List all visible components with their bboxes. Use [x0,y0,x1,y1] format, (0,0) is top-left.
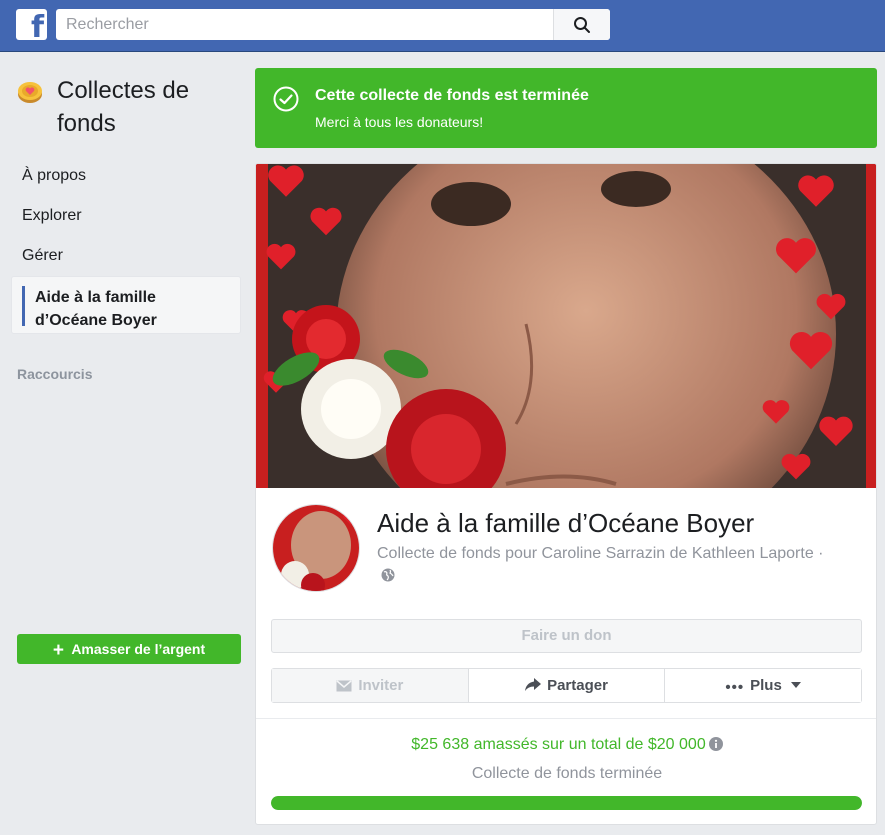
banner-subtitle: Merci à tous les donateurs! [315,114,484,130]
banner-title: Cette collecte de fonds est terminée [315,87,589,104]
envelope-icon [336,680,352,692]
progress-fill [271,796,862,810]
fundraiser-status: Collecte de fonds terminée [471,765,663,782]
ellipsis-icon: ••• [725,679,745,696]
search-box [56,9,610,40]
globe-icon[interactable] [381,568,395,582]
invite-button[interactable]: Inviter [272,669,468,702]
top-navigation-bar: f [0,0,885,52]
share-label: Partager [547,677,608,694]
sidebar-item-explore[interactable]: Explorer [22,207,82,225]
raise-money-button[interactable]: + Amasser de l’argent [17,634,241,664]
cover-photo [256,164,876,488]
sidebar-item-manage[interactable]: Gérer [22,247,63,265]
active-indicator [22,286,25,326]
amount-raised: $25 638 amassés sur un total de $20 000 [256,736,876,754]
fundraiser-ended-banner: Cette collecte de fonds est terminée Mer… [255,68,877,148]
donate-button[interactable]: Faire un don [271,619,862,653]
search-icon [574,17,590,33]
sidebar-item-label: Aide à la famille d’Océane Boyer [35,289,157,329]
fundraiser-avatar[interactable] [272,504,360,592]
fundraiser-subtitle-text: Collecte de fonds pour Caroline Sarrazin… [377,545,824,562]
raise-money-label: Amasser de l’argent [71,641,206,657]
plus-icon: + [52,640,64,661]
share-arrow-icon [525,678,542,691]
info-icon[interactable] [708,737,723,751]
search-input[interactable] [56,9,553,40]
share-button[interactable]: Partager [467,669,665,702]
fundraiser-title[interactable]: Aide à la famille d’Océane Boyer [377,508,754,539]
fundraiser-card: Aide à la famille d’Océane Boyer Collect… [255,163,877,825]
divider [256,718,876,719]
fundraiser-subtitle: Collecte de fonds pour Caroline Sarrazin… [377,543,837,587]
amount-raised-text: $25 638 amassés sur un total de $20 000 [411,736,706,753]
sidebar-item-about[interactable]: À propos [22,167,86,185]
invite-label: Inviter [358,677,404,694]
action-buttons: Inviter Partager ••• Plus [271,668,862,703]
fundraiser-icon [18,82,42,103]
check-circle-icon [273,86,299,112]
more-label: Plus [750,677,782,694]
caret-down-icon [790,682,801,688]
sidebar-item-active-fundraiser[interactable]: Aide à la famille d’Océane Boyer [11,276,241,334]
search-button[interactable] [553,9,610,40]
progress-bar [271,796,862,810]
more-button[interactable]: ••• Plus [664,669,862,702]
shortcuts-heading: Raccourcis [17,366,93,382]
sidebar-title: Collectes de fonds [57,77,190,137]
facebook-logo-icon[interactable]: f [16,9,47,43]
